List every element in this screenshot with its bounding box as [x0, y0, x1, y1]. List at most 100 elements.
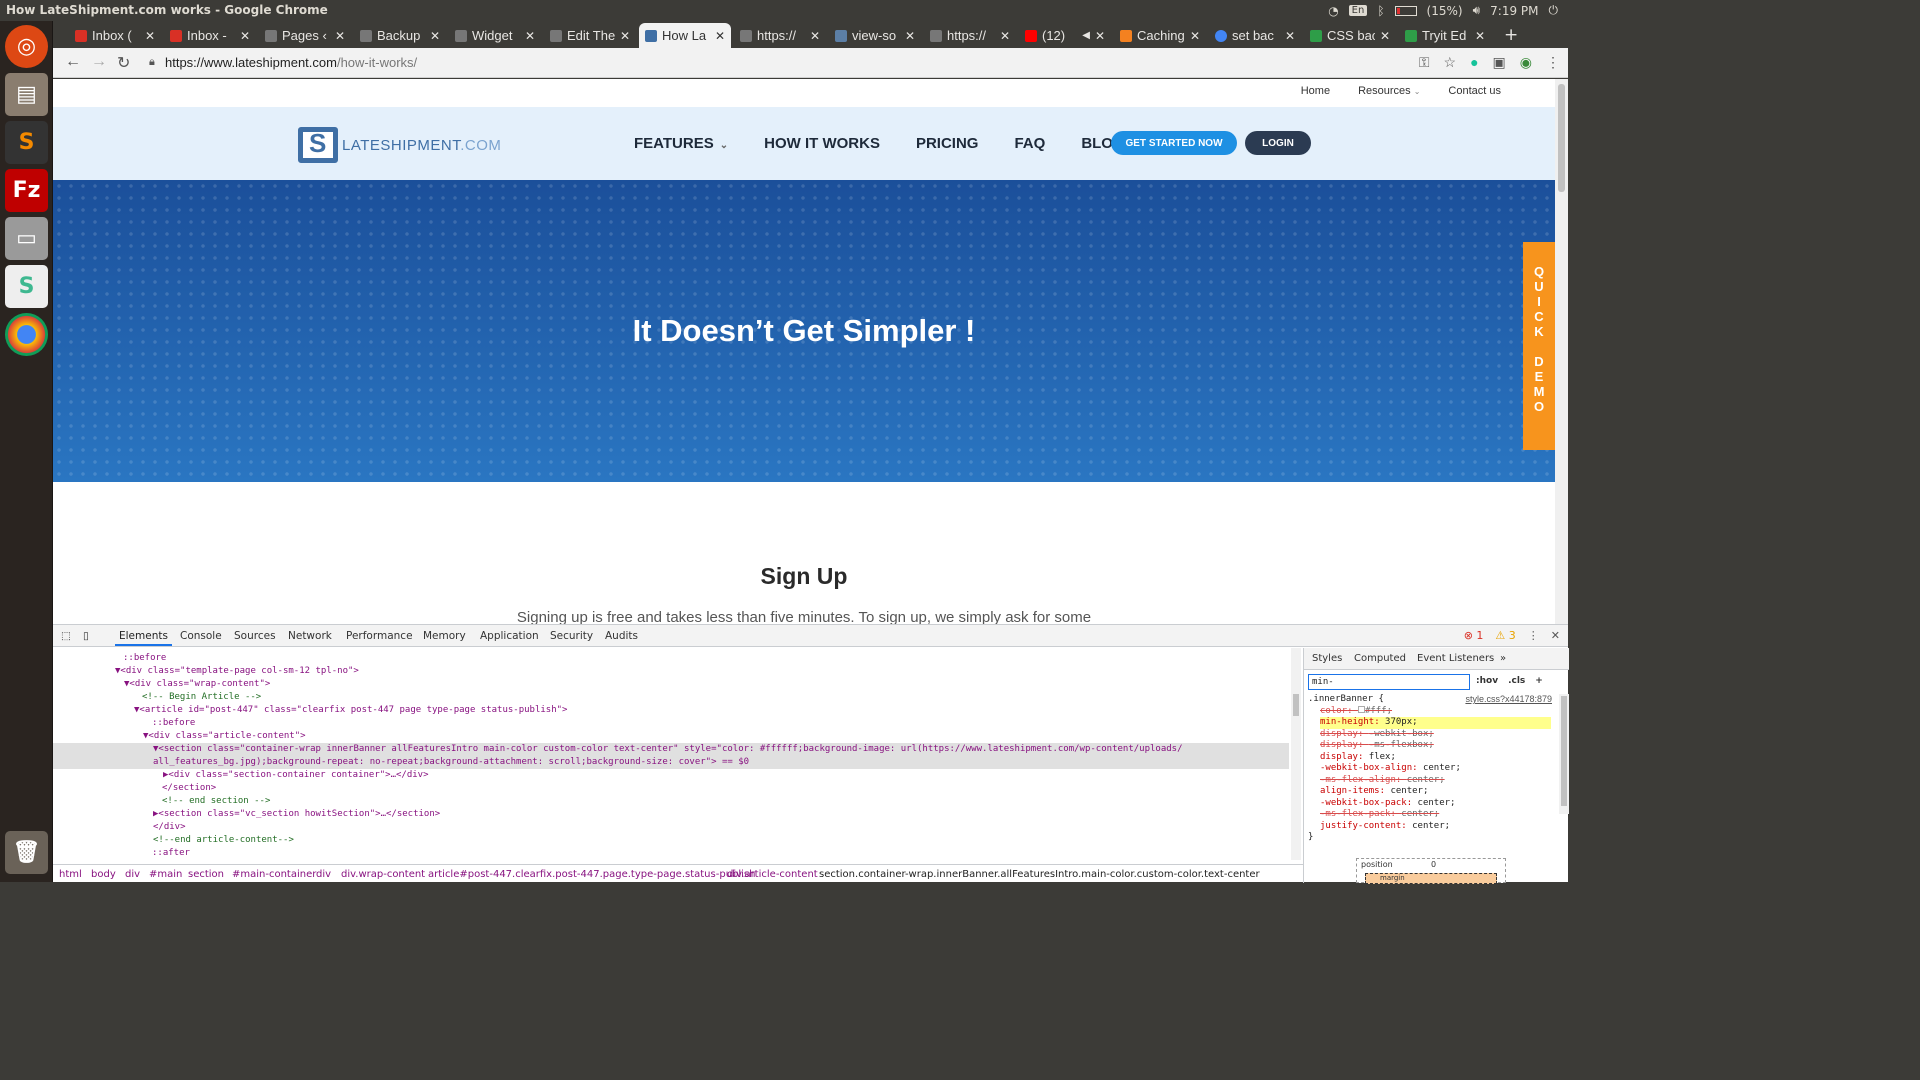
- tab-event-listeners[interactable]: Event Listeners: [1417, 653, 1494, 664]
- system-tray[interactable]: ◔ En ᛒ (15%) 🔊︎ 7:19 PM ⏻: [1328, 3, 1558, 18]
- browser-tab[interactable]: Widget ✕: [449, 23, 541, 48]
- files-icon[interactable]: ▤: [5, 73, 48, 116]
- address-bar[interactable]: https://www.lateshipment.com/how-it-work…: [165, 55, 417, 70]
- browser-tab[interactable]: https:// ✕: [924, 23, 1016, 48]
- css-source-link[interactable]: style.css?x44178:879: [1465, 694, 1552, 706]
- css-declaration[interactable]: -webkit-box-align: center;: [1320, 763, 1461, 775]
- hover-state-toggle[interactable]: :hov: [1476, 676, 1498, 686]
- bookmark-star-icon[interactable]: ☆: [1444, 54, 1457, 71]
- disk-drive-icon[interactable]: ▭: [5, 217, 48, 260]
- tab-styles[interactable]: Styles: [1312, 653, 1342, 664]
- close-tab-icon[interactable]: ✕: [335, 29, 351, 43]
- breadcrumb-item[interactable]: #main: [149, 869, 182, 880]
- css-declaration[interactable]: -ms-flex-align: center;: [1320, 775, 1445, 787]
- close-tab-icon[interactable]: ✕: [525, 29, 541, 43]
- breadcrumb-item[interactable]: body: [91, 869, 116, 880]
- keyboard-layout-indicator[interactable]: En: [1348, 5, 1368, 16]
- page-scrollbar[interactable]: [1555, 79, 1568, 624]
- battery-icon[interactable]: [1394, 5, 1417, 16]
- dom-node-selected-cont[interactable]: all_features_bg.jpg);background-repeat: …: [53, 756, 1289, 769]
- breadcrumb-item[interactable]: #main-container: [232, 869, 316, 880]
- reload-icon[interactable]: ↻: [117, 53, 130, 73]
- styles-scrollbar[interactable]: [1559, 694, 1569, 814]
- tab-audits[interactable]: Audits: [605, 630, 638, 642]
- tab-elements[interactable]: Elements: [115, 630, 172, 646]
- tab-memory[interactable]: Memory: [423, 630, 466, 642]
- close-tab-icon[interactable]: ✕: [430, 29, 446, 43]
- volume-icon[interactable]: 🔊︎: [1473, 3, 1481, 18]
- breadcrumb-item[interactable]: div: [316, 869, 331, 880]
- bluetooth-icon[interactable]: ᛒ: [1377, 4, 1384, 18]
- browser-tab[interactable]: CSS bac ✕: [1304, 23, 1396, 48]
- close-tab-icon[interactable]: ✕: [810, 29, 826, 43]
- trash-icon[interactable]: 🗑︎: [5, 831, 48, 874]
- ubuntu-dash-icon[interactable]: ◎: [5, 25, 48, 68]
- breadcrumb-item[interactable]: section: [188, 869, 224, 880]
- close-devtools-icon[interactable]: ✕: [1551, 629, 1560, 642]
- elements-scrollbar[interactable]: [1291, 648, 1301, 860]
- tab-sources[interactable]: Sources: [234, 630, 276, 642]
- box-model-diagram[interactable]: position 0 margin: [1356, 858, 1506, 884]
- css-declaration[interactable]: justify-content: center;: [1320, 821, 1450, 833]
- quick-demo-tab[interactable]: Q U I C K D E M O: [1523, 242, 1555, 450]
- browser-tab[interactable]: view-so ✕: [829, 23, 921, 48]
- tab-security[interactable]: Security: [550, 630, 593, 642]
- css-declaration-highlighted[interactable]: min-height: 370px;: [1320, 717, 1551, 729]
- browser-tab[interactable]: Inbox (✕: [69, 23, 161, 48]
- site-logo[interactable]: LATESHIPMENT.COM: [298, 127, 501, 163]
- new-rule-button[interactable]: +: [1535, 676, 1543, 686]
- menu-pricing[interactable]: PRICING: [916, 135, 979, 152]
- chrome-icon[interactable]: [5, 313, 48, 356]
- forward-icon[interactable]: →: [91, 53, 107, 71]
- browser-tab[interactable]: Inbox - ✕: [164, 23, 256, 48]
- css-declaration[interactable]: display: flex;: [1320, 752, 1396, 764]
- close-tab-icon[interactable]: ✕: [240, 29, 256, 43]
- clock[interactable]: 7:19 PM: [1490, 4, 1538, 18]
- dom-node[interactable]: ::before: [53, 652, 1289, 665]
- dom-node[interactable]: ::before: [53, 717, 1289, 730]
- login-button[interactable]: LOGIN: [1245, 131, 1311, 155]
- extension-icon[interactable]: ▣: [1493, 54, 1506, 71]
- util-nav-contact[interactable]: Contact us: [1448, 85, 1501, 97]
- close-tab-icon[interactable]: ✕: [1380, 29, 1396, 43]
- tab-performance[interactable]: Performance: [346, 630, 413, 642]
- wifi-icon[interactable]: ◔: [1328, 4, 1338, 18]
- dom-node[interactable]: ▶<div class="section-container container…: [53, 769, 1289, 782]
- new-tab-button[interactable]: +: [1504, 25, 1518, 45]
- breadcrumb-item[interactable]: article#post-447.clearfix.post-447.page.…: [428, 869, 755, 880]
- css-declaration[interactable]: align-items: center;: [1320, 786, 1428, 798]
- elements-scrollbar-thumb[interactable]: [1293, 694, 1299, 716]
- dom-node[interactable]: </div>: [53, 821, 1289, 834]
- device-toolbar-icon[interactable]: ▯: [83, 630, 89, 642]
- css-declaration[interactable]: display: -ms-flexbox;: [1320, 740, 1434, 752]
- back-icon[interactable]: ←: [65, 53, 81, 71]
- close-tab-icon[interactable]: ✕: [620, 29, 636, 43]
- browser-tab[interactable]: https:// ✕: [734, 23, 826, 48]
- dom-comment[interactable]: <!--end article-content-->: [53, 834, 1289, 847]
- breadcrumb-item[interactable]: div.article-content: [727, 869, 818, 880]
- css-declaration[interactable]: -ms-flex-pack: center;: [1320, 809, 1439, 821]
- browser-tab[interactable]: Backup ✕: [354, 23, 446, 48]
- tab-application[interactable]: Application: [480, 630, 539, 642]
- css-declaration[interactable]: -webkit-box-pack: center;: [1320, 798, 1455, 810]
- box-model-value[interactable]: 0: [1431, 860, 1436, 869]
- page-scrollbar-thumb[interactable]: [1558, 84, 1565, 192]
- close-tab-icon[interactable]: ✕: [1285, 29, 1301, 43]
- css-selector[interactable]: .innerBanner {: [1308, 694, 1384, 706]
- filezilla-icon[interactable]: Fz: [5, 169, 48, 212]
- css-declaration[interactable]: color: #fff;: [1320, 705, 1392, 718]
- menu-how-it-works[interactable]: HOW IT WORKS: [764, 135, 880, 152]
- breadcrumb-item[interactable]: div: [125, 869, 140, 880]
- close-tab-icon[interactable]: ✕: [905, 29, 921, 43]
- styles-scrollbar-thumb[interactable]: [1561, 696, 1567, 806]
- util-nav-home[interactable]: Home: [1301, 85, 1330, 97]
- tab-console[interactable]: Console: [180, 630, 222, 642]
- profile-avatar-icon[interactable]: ◉: [1520, 54, 1532, 71]
- lock-icon[interactable]: 🔒︎: [149, 56, 155, 69]
- dom-node-selected[interactable]: ▼<section class="container-wrap innerBan…: [53, 743, 1289, 756]
- class-toggle[interactable]: .cls: [1508, 676, 1525, 686]
- dom-node[interactable]: ▼<div class="article-content">: [53, 730, 1289, 743]
- menu-faq[interactable]: FAQ: [1014, 135, 1045, 152]
- box-model-margin[interactable]: margin: [1365, 873, 1497, 884]
- elements-tree[interactable]: ::before ▼<div class="template-page col-…: [53, 648, 1303, 860]
